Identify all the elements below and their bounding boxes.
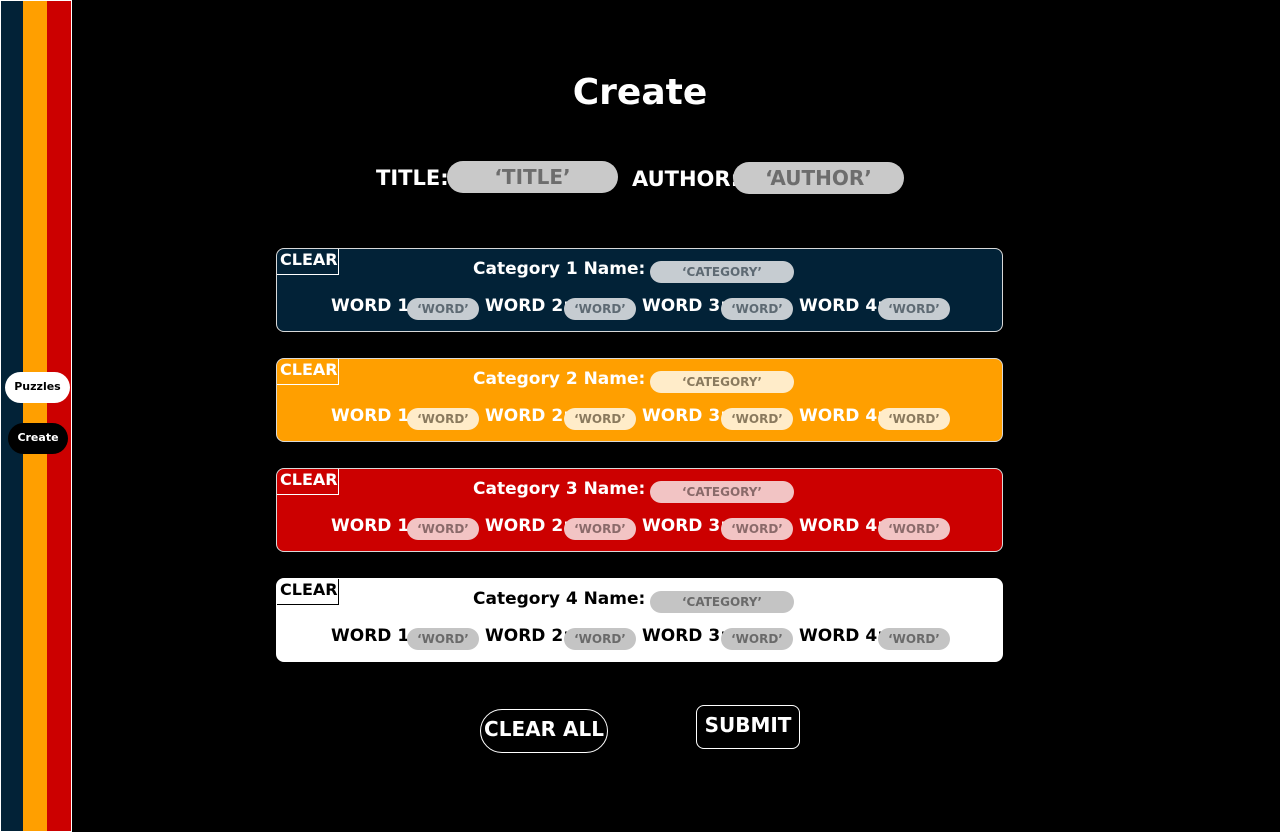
category-4-word-2-label: WORD 2: <box>485 626 570 646</box>
category-4-word-3-label: WORD 3: <box>642 626 727 646</box>
category-box-3: CLEAR Category 3 Name: ‘CATEGORY’ WORD 1: ‘W… <box>276 468 1003 552</box>
nav-puzzles-button[interactable]: Puzzles <box>5 372 70 403</box>
submit-button[interactable]: SUBMIT <box>696 705 800 749</box>
category-2-clear-button[interactable]: CLEAR <box>277 359 339 385</box>
category-4-word-1-label: WORD 1: <box>331 626 416 646</box>
page-title: Create <box>572 72 708 113</box>
category-1-word-3-input[interactable]: ‘WORD’ <box>721 298 793 320</box>
category-4-clear-button[interactable]: CLEAR <box>277 579 339 605</box>
category-3-clear-button[interactable]: CLEAR <box>277 469 339 495</box>
category-3-word-3-input[interactable]: ‘WORD’ <box>721 518 793 540</box>
category-2-name-input[interactable]: ‘CATEGORY’ <box>650 371 794 393</box>
category-2-word-1-label: WORD 1: <box>331 406 416 426</box>
category-4-word-3-input[interactable]: ‘WORD’ <box>721 628 793 650</box>
category-1-word-2-label: WORD 2: <box>485 296 570 316</box>
nav-create-button[interactable]: Create <box>8 423 68 454</box>
category-4-name-label: Category 4 Name: <box>473 589 646 609</box>
category-box-1: CLEAR Category 1 Name: ‘CATEGORY’ WORD 1: ‘W… <box>276 248 1003 332</box>
category-3-name-input[interactable]: ‘CATEGORY’ <box>650 481 794 503</box>
category-1-word-4-label: WORD 4: <box>799 296 884 316</box>
title-input[interactable]: ‘TITLE’ <box>447 161 618 193</box>
category-1-word-1-input[interactable]: ‘WORD’ <box>407 298 479 320</box>
category-4-name-input[interactable]: ‘CATEGORY’ <box>650 591 794 613</box>
sidebar-stripe-orange <box>23 1 47 831</box>
category-3-word-2-input[interactable]: ‘WORD’ <box>564 518 636 540</box>
category-2-word-4-label: WORD 4: <box>799 406 884 426</box>
title-label: TITLE: <box>376 166 449 190</box>
category-2-word-3-input[interactable]: ‘WORD’ <box>721 408 793 430</box>
category-4-word-4-label: WORD 4: <box>799 626 884 646</box>
category-3-word-4-input[interactable]: ‘WORD’ <box>878 518 950 540</box>
category-box-4: CLEAR Category 4 Name: ‘CATEGORY’ WORD 1: ‘W… <box>276 578 1003 662</box>
author-label: AUTHOR: <box>632 167 739 191</box>
author-input[interactable]: ‘AUTHOR’ <box>733 162 904 194</box>
category-1-word-4-input[interactable]: ‘WORD’ <box>878 298 950 320</box>
category-2-word-4-input[interactable]: ‘WORD’ <box>878 408 950 430</box>
category-2-name-label: Category 2 Name: <box>473 369 646 389</box>
category-1-name-input[interactable]: ‘CATEGORY’ <box>650 261 794 283</box>
category-3-word-4-label: WORD 4: <box>799 516 884 536</box>
category-3-word-2-label: WORD 2: <box>485 516 570 536</box>
clear-all-button[interactable]: CLEAR ALL <box>480 709 608 753</box>
sidebar-stripe-navy <box>1 1 23 831</box>
sidebar <box>0 0 72 832</box>
category-1-word-3-label: WORD 3: <box>642 296 727 316</box>
category-1-name-label: Category 1 Name: <box>473 259 646 279</box>
category-3-word-1-label: WORD 1: <box>331 516 416 536</box>
category-1-word-1-label: WORD 1: <box>331 296 416 316</box>
category-3-word-1-input[interactable]: ‘WORD’ <box>407 518 479 540</box>
category-box-2: CLEAR Category 2 Name: ‘CATEGORY’ WORD 1: ‘W… <box>276 358 1003 442</box>
category-2-word-3-label: WORD 3: <box>642 406 727 426</box>
category-4-word-2-input[interactable]: ‘WORD’ <box>564 628 636 650</box>
category-2-word-2-input[interactable]: ‘WORD’ <box>564 408 636 430</box>
category-1-word-2-input[interactable]: ‘WORD’ <box>564 298 636 320</box>
category-1-clear-button[interactable]: CLEAR <box>277 249 339 275</box>
category-4-word-1-input[interactable]: ‘WORD’ <box>407 628 479 650</box>
category-4-word-4-input[interactable]: ‘WORD’ <box>878 628 950 650</box>
sidebar-stripe-red <box>47 1 71 831</box>
category-3-name-label: Category 3 Name: <box>473 479 646 499</box>
category-3-word-3-label: WORD 3: <box>642 516 727 536</box>
category-2-word-1-input[interactable]: ‘WORD’ <box>407 408 479 430</box>
category-2-word-2-label: WORD 2: <box>485 406 570 426</box>
